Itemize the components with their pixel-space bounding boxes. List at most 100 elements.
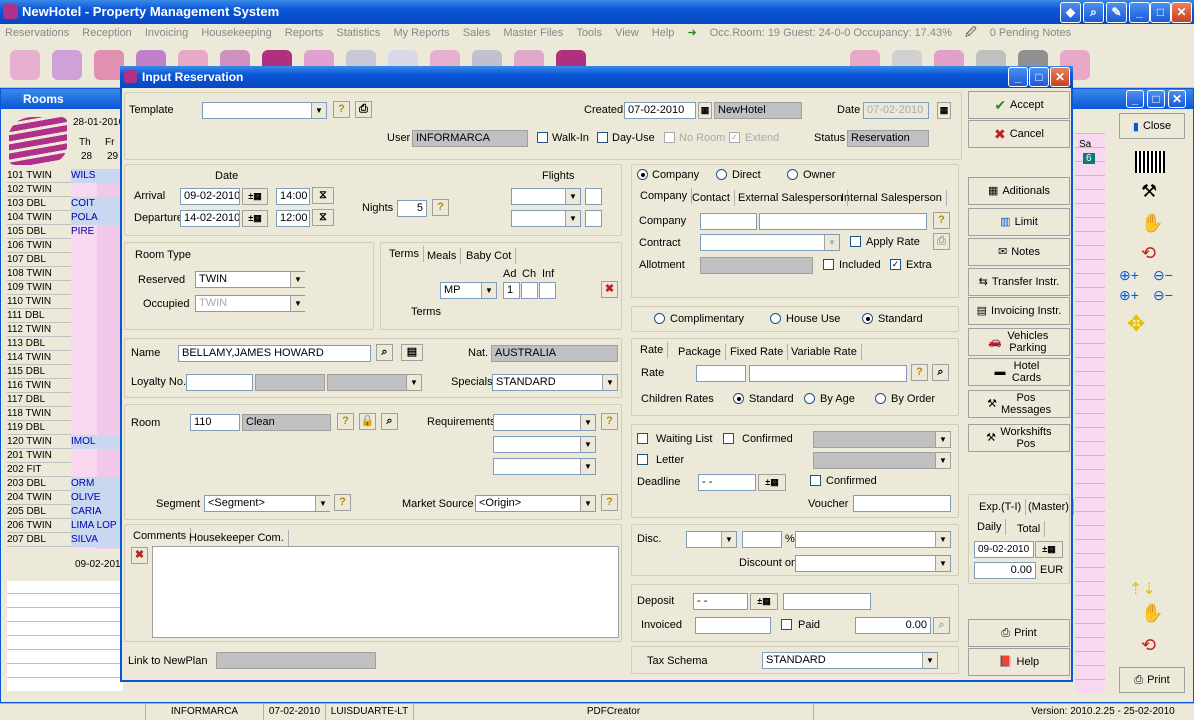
- room-guest-booking[interactable]: WILS: [71, 169, 123, 183]
- tab-terms[interactable]: Terms: [385, 246, 424, 262]
- refresh-icon[interactable]: ⟲: [1141, 635, 1156, 656]
- card-reader-icon[interactable]: ▤: [401, 344, 423, 361]
- house-use-radio[interactable]: [770, 313, 781, 324]
- room-row[interactable]: 104 TWIN: [7, 211, 71, 225]
- room-row[interactable]: 206 TWIN: [7, 519, 71, 533]
- owner-radio[interactable]: [787, 169, 798, 180]
- toolbar-app-icon[interactable]: ◆: [1060, 2, 1081, 23]
- barcode-icon[interactable]: [1135, 151, 1165, 173]
- help-button[interactable]: 📕 Help: [968, 648, 1070, 676]
- infants-field[interactable]: [539, 282, 556, 299]
- chevron-down-icon[interactable]: ▼: [922, 653, 937, 668]
- close-button[interactable]: ✕: [1171, 2, 1192, 23]
- flight-arrival-select[interactable]: ▼: [511, 188, 581, 205]
- discount-reason-select[interactable]: ▼: [795, 531, 951, 548]
- tools-icon[interactable]: ⚒: [1141, 181, 1157, 202]
- voucher-field[interactable]: [853, 495, 951, 512]
- clock-icon[interactable]: ⧖: [312, 187, 334, 204]
- tab-fixed-rate[interactable]: Fixed Rate: [726, 344, 789, 360]
- discount-on-select[interactable]: ▼: [795, 555, 951, 572]
- transfer-instr-button[interactable]: ⇆ Transfer Instr.: [968, 268, 1070, 296]
- room-row[interactable]: 111 DBL: [7, 309, 71, 323]
- room-field[interactable]: 110: [190, 414, 240, 431]
- menu-help[interactable]: Help: [652, 27, 675, 39]
- rooms-close-button[interactable]: ✕: [1168, 90, 1186, 108]
- room-guest-booking[interactable]: COIT: [71, 197, 123, 211]
- departure-time-field[interactable]: 12:00: [276, 210, 310, 227]
- search-icon[interactable]: ⌕: [932, 364, 949, 381]
- minimize-button[interactable]: _: [1129, 2, 1150, 23]
- menu-housekeeping[interactable]: Housekeeping: [201, 27, 271, 39]
- menu-tools[interactable]: Tools: [576, 27, 602, 39]
- arrows-icon[interactable]: ⇡⇣: [1129, 579, 1156, 599]
- tab-variable-rate[interactable]: Variable Rate: [787, 344, 862, 360]
- flight-departure-select[interactable]: ▼: [511, 210, 581, 227]
- comments-textarea[interactable]: [152, 546, 619, 638]
- room-row[interactable]: 118 TWIN: [7, 407, 71, 421]
- room-row[interactable]: 119 DBL: [7, 421, 71, 435]
- room-row[interactable]: 112 TWIN: [7, 323, 71, 337]
- menu-my-reports[interactable]: My Reports: [393, 27, 449, 39]
- help-icon[interactable]: ?: [432, 199, 449, 216]
- dialog-minimize-button[interactable]: _: [1008, 67, 1028, 87]
- room-guest-booking[interactable]: POLA PIRE: [71, 211, 123, 237]
- help-icon[interactable]: ?: [337, 413, 354, 430]
- print-icon[interactable]: ⎙: [933, 233, 950, 250]
- deadline-field[interactable]: - -: [698, 474, 756, 491]
- search-icon[interactable]: ⌕: [381, 413, 398, 430]
- chevron-down-icon[interactable]: ▼: [481, 283, 496, 298]
- cancel-button[interactable]: ✖ Cancel: [968, 120, 1070, 148]
- created-date-field[interactable]: 07-02-2010: [624, 102, 696, 119]
- zoom-in-icon[interactable]: ⊕+: [1119, 287, 1139, 304]
- name-field[interactable]: BELLAMY,JAMES HOWARD: [178, 345, 371, 362]
- rooms-minimize-button[interactable]: _: [1126, 90, 1144, 108]
- menu-reservations[interactable]: Reservations: [5, 27, 69, 39]
- rooms-close-button[interactable]: ▮ Close: [1119, 113, 1185, 139]
- company-radio[interactable]: [637, 169, 648, 180]
- toolbar-icon[interactable]: [10, 50, 40, 80]
- requirement-select-2[interactable]: ▼: [493, 436, 596, 453]
- contract-select[interactable]: ▼: [700, 234, 840, 251]
- tab-housekeeper-comments[interactable]: Housekeeper Com.: [185, 530, 289, 546]
- adults-field[interactable]: 1: [503, 282, 520, 299]
- requirement-select-1[interactable]: ▼: [493, 414, 596, 431]
- tab-total[interactable]: Total: [1013, 521, 1046, 537]
- room-row[interactable]: 105 DBL: [7, 225, 71, 239]
- dialog-close-button[interactable]: ✕: [1050, 67, 1070, 87]
- tab-rate[interactable]: Rate: [636, 342, 669, 358]
- pos-messages-button[interactable]: ⚒ Pos Messages: [968, 390, 1070, 418]
- zoom-out-icon[interactable]: ⊖−: [1153, 267, 1173, 284]
- discount-value-field[interactable]: [742, 531, 782, 548]
- arrival-time-field[interactable]: 14:00: [276, 188, 310, 205]
- search-icon[interactable]: ⌕: [376, 344, 393, 361]
- waiting-select[interactable]: ▼: [813, 431, 951, 448]
- navigate-icon[interactable]: ✥: [1127, 311, 1145, 337]
- tab-baby-cot[interactable]: Baby Cot: [462, 248, 517, 264]
- tab-daily[interactable]: Daily: [973, 519, 1007, 535]
- accept-button[interactable]: ✔ Accept: [968, 91, 1070, 119]
- menu-sales[interactable]: Sales: [463, 27, 491, 39]
- rate-name-field[interactable]: [749, 365, 907, 382]
- calendar-icon[interactable]: ±▦: [1035, 541, 1063, 558]
- requirement-select-3[interactable]: ▼: [493, 458, 596, 475]
- help-icon[interactable]: ?: [911, 364, 928, 381]
- hotel-cards-button[interactable]: ▬ Hotel Cards: [968, 358, 1070, 386]
- tab-comments[interactable]: Comments: [129, 528, 192, 544]
- extend-checkbox[interactable]: ✓: [729, 132, 740, 143]
- room-row[interactable]: 207 DBL: [7, 533, 71, 547]
- invoiced-field[interactable]: [695, 617, 771, 634]
- included-checkbox[interactable]: [823, 259, 834, 270]
- extra-checkbox[interactable]: ✓: [890, 259, 901, 270]
- chevron-down-icon[interactable]: ▼: [602, 375, 617, 390]
- workshifts-pos-button[interactable]: ⚒ Workshifts Pos: [968, 424, 1070, 452]
- room-guest-booking[interactable]: IMOL: [71, 435, 123, 449]
- chevron-down-icon[interactable]: ▼: [315, 496, 330, 511]
- specials-select[interactable]: STANDARD: [492, 374, 618, 391]
- refresh-icon[interactable]: ⟲: [1141, 243, 1156, 264]
- print-button[interactable]: ⎙ Print: [968, 619, 1070, 647]
- delete-icon[interactable]: ✖: [601, 281, 618, 298]
- walkin-checkbox[interactable]: [537, 132, 548, 143]
- maximize-button[interactable]: □: [1150, 2, 1171, 23]
- deposit-amount-field[interactable]: [783, 593, 871, 610]
- help-icon[interactable]: ?: [333, 101, 350, 118]
